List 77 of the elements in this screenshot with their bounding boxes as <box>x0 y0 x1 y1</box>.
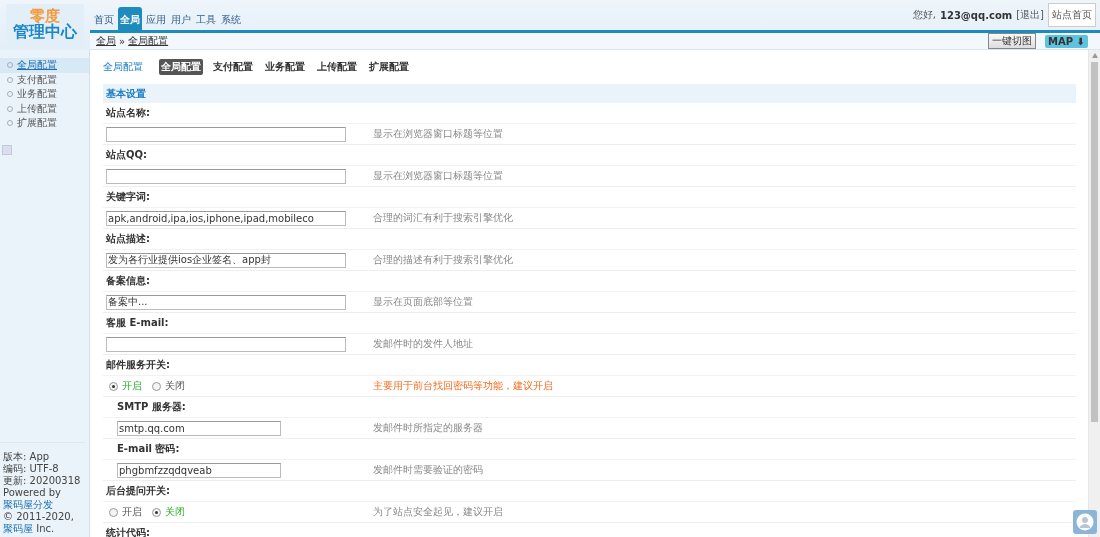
field-label: 后台提问开关: <box>106 484 170 498</box>
sidebar-item[interactable]: 扩展配置 <box>0 116 89 131</box>
nav-tab[interactable]: 用户 <box>170 10 192 30</box>
field-hint: 显示在浏览器窗口标题等位置 <box>373 127 503 141</box>
input-field[interactable] <box>106 168 346 184</box>
user-email: 123@qq.com <box>939 9 1013 21</box>
greeting: 您好, <box>912 8 936 22</box>
config-tab[interactable]: 业务配置 <box>263 59 307 75</box>
nav-tab[interactable]: 系统 <box>220 10 242 30</box>
copyright-text: Inc. <box>36 523 55 534</box>
scrollbar[interactable] <box>1088 50 1100 537</box>
sidebar-item[interactable]: 全局配置 <box>0 58 89 73</box>
config-tab[interactable]: 全局配置 <box>159 59 203 75</box>
breadcrumb-link[interactable]: 全局配置 <box>128 34 169 48</box>
field-hint: 合理的词汇有利于搜索引擎优化 <box>373 211 513 225</box>
input-field[interactable]: phgbmfzzqdqveab <box>117 462 281 478</box>
field-hint: 发邮件时所指定的服务器 <box>373 421 483 435</box>
section-header: 基本设置 <box>103 84 1076 103</box>
cut-image-button[interactable]: 一键切图 <box>988 33 1037 49</box>
sidebar-item[interactable]: 上传配置 <box>0 101 89 116</box>
field-label: 关键字词: <box>106 190 150 204</box>
update-text: 更新: 20200318 <box>3 475 82 487</box>
field-label: 站点QQ: <box>106 148 147 162</box>
config-tab[interactable]: 上传配置 <box>315 59 359 75</box>
field-hint: 显示在页面底部等位置 <box>373 295 473 309</box>
radio-icon <box>152 381 161 391</box>
powered-text: Powered by <box>3 487 61 498</box>
field-label: 备案信息: <box>106 274 150 288</box>
avatar-icon[interactable] <box>1073 510 1097 534</box>
field-hint: 为了站点安全起见，建议开启 <box>373 505 503 519</box>
logout-link[interactable]: [退出] <box>1016 8 1044 22</box>
field-label: 站点名称: <box>106 106 150 120</box>
nav-tab[interactable]: 全局 <box>118 7 142 30</box>
sidebar-item[interactable]: 业务配置 <box>0 87 89 102</box>
field-hint: 合理的描述有利于搜索引擎优化 <box>373 253 513 267</box>
logo-text: 零度 <box>30 8 60 25</box>
field-hint: 主要用于前台找回密码等功能，建议开启 <box>373 379 553 393</box>
field-label: E-mail 密码: <box>117 442 180 456</box>
input-field[interactable]: apk,android,ipa,ios,iphone,ipad,mobileco <box>106 210 346 226</box>
nav-tab[interactable]: 首页 <box>93 10 115 30</box>
version-text: 版本: App <box>3 451 51 463</box>
map-button[interactable]: MAP ⬇ <box>1045 34 1088 48</box>
charset-text: 编码: UTF-8 <box>3 463 60 475</box>
page-title: 全局配置 <box>103 60 143 74</box>
input-field[interactable] <box>106 126 346 142</box>
site-home-button[interactable]: 站点首页 <box>1048 3 1096 27</box>
input-field[interactable] <box>106 336 346 352</box>
field-label: 客服 E-mail: <box>106 316 169 330</box>
nav-tab[interactable]: 应用 <box>145 10 167 30</box>
input-field[interactable]: 发为各行业提供ios企业签名、app封 <box>106 252 346 268</box>
field-label: 站点描述: <box>106 232 150 246</box>
logo-text: 管理中心 <box>13 24 77 42</box>
scrollbar-thumb[interactable] <box>1091 62 1098 422</box>
powered-link[interactable]: 聚码屋分发 <box>3 499 53 510</box>
sidebar-item[interactable]: 支付配置 <box>0 72 89 87</box>
radio-icon <box>152 507 161 517</box>
radio-icon <box>109 507 118 517</box>
input-field[interactable]: 备案中... <box>106 294 346 310</box>
field-hint: 发邮件时的发件人地址 <box>373 337 473 351</box>
copyright-link[interactable]: 聚码屋 <box>3 523 33 534</box>
field-label: 邮件服务开关: <box>106 358 170 372</box>
radio-option[interactable]: 关闭 <box>152 379 185 393</box>
copyright-text: © 2011-2020, <box>3 511 74 522</box>
field-hint: 发邮件时需要验证的密码 <box>373 463 483 477</box>
field-hint: 显示在浏览器窗口标题等位置 <box>373 169 503 183</box>
collapse-icon[interactable] <box>2 144 12 155</box>
config-tab[interactable]: 支付配置 <box>211 59 255 75</box>
input-field[interactable]: smtp.qq.com <box>117 420 281 436</box>
config-tab[interactable]: 扩展配置 <box>367 59 411 75</box>
radio-option[interactable]: 开启 <box>109 505 142 519</box>
breadcrumb-separator: » <box>119 35 126 47</box>
scroll-up-icon[interactable] <box>1091 52 1098 59</box>
breadcrumb-link[interactable]: 全局 <box>96 34 116 48</box>
nav-tab[interactable]: 工具 <box>195 10 217 30</box>
radio-icon <box>109 381 118 391</box>
field-label: 统计代码: <box>106 526 150 537</box>
field-label: SMTP 服务器: <box>117 400 186 414</box>
